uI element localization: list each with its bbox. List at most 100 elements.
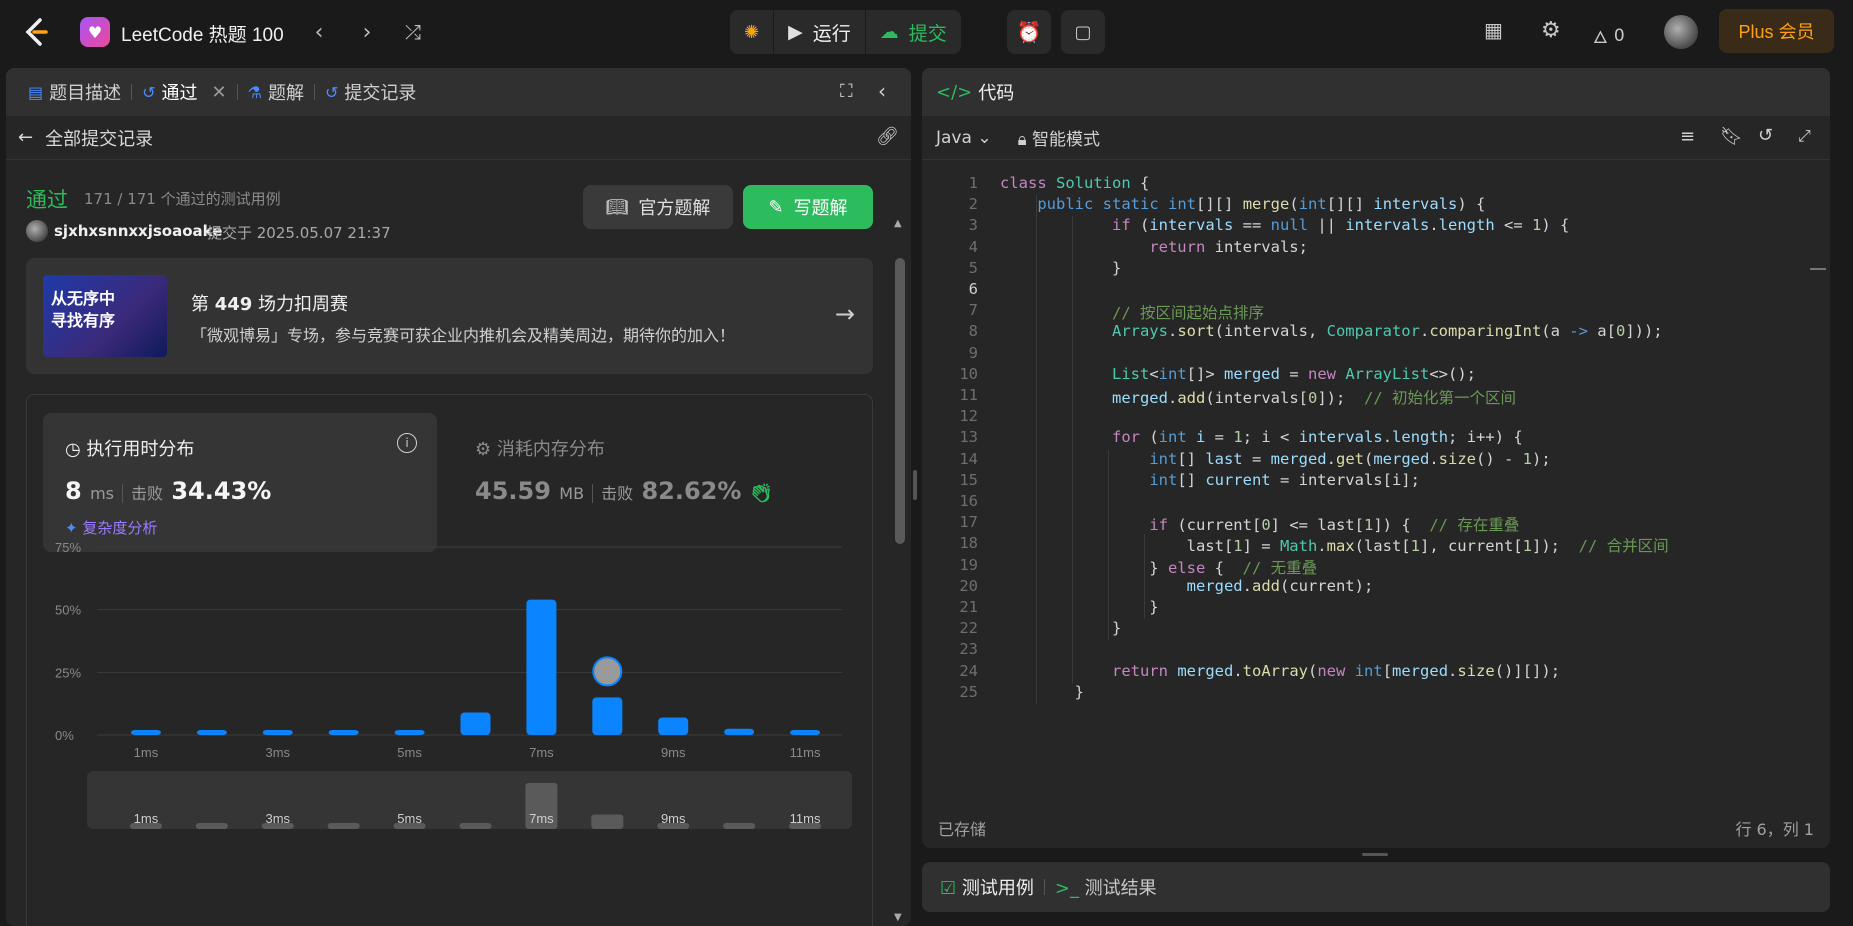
- editor-scroll-marker: [1810, 268, 1826, 270]
- smart-mode-toggle[interactable]: 🔒︎ 智能模式: [1018, 125, 1100, 150]
- link-icon[interactable]: 🔗︎: [876, 126, 899, 147]
- close-tab-icon[interactable]: ✕: [212, 82, 227, 103]
- reset-icon[interactable]: ↺: [1758, 125, 1773, 146]
- code-line[interactable]: last[1] = Math.max(last[1], current[1]);…: [1000, 534, 1669, 556]
- bookmark-icon[interactable]: 🔖︎: [1720, 126, 1743, 147]
- alarm-clock-icon: ⏰: [1016, 20, 1042, 44]
- flame-icon: 🜂: [1593, 28, 1608, 48]
- code-line[interactable]: int[] current = intervals[i];: [1000, 471, 1420, 489]
- code-line[interactable]: int[] last = merged.get(merged.size() - …: [1000, 450, 1550, 468]
- info-icon[interactable]: i: [397, 433, 417, 453]
- code-line[interactable]: Arrays.sort(intervals, Comparator.compar…: [1000, 322, 1663, 340]
- contest-banner[interactable]: 从无序中 寻找有序 第 449 场力扣周赛 「微观博易」专场，参与竞赛可获企业内…: [26, 258, 873, 374]
- bottom-tab-bar: ☑ 测试用例 >_ 测试结果: [922, 862, 1830, 912]
- runtime-distribution-chart[interactable]: 75% 50% 25% 0% 1ms 3ms 5ms 7ms 9ms 11ms 1ms 3ms 5ms 7…: [27, 525, 875, 926]
- x-tick-label: 5ms: [397, 745, 422, 760]
- line-number: 16: [959, 492, 978, 510]
- tab-testcase[interactable]: ☑ 测试用例: [940, 874, 1034, 900]
- code-panel: </> 代码 Java ⌄ 🔒︎ 智能模式 ≡ 🔖︎ ↺ ⤢ 1 class So…: [922, 68, 1830, 848]
- code-line[interactable]: // 按区间起始点排序: [1000, 301, 1264, 323]
- tab-submissions[interactable]: ↺ 提交记录: [319, 79, 422, 105]
- line-number: 5: [968, 258, 978, 277]
- line-number: 24: [959, 661, 978, 680]
- timer-button[interactable]: ⏰: [1007, 10, 1051, 54]
- submitter-name[interactable]: sjxhxsnnxxjsoaoake: [54, 222, 222, 240]
- memory-tab[interactable]: ⚙ 消耗内存分布: [475, 435, 605, 461]
- notes-button[interactable]: ▢: [1061, 10, 1105, 54]
- code-line[interactable]: }: [1000, 619, 1121, 637]
- layout-button[interactable]: ▦: [1484, 18, 1503, 42]
- expand-icon[interactable]: ⤢: [1798, 126, 1811, 146]
- code-line[interactable]: merged.add(current);: [1000, 577, 1374, 595]
- history-icon: ↺: [324, 82, 339, 102]
- code-line[interactable]: if (current[0] <= last[1]) { // 存在重叠: [1000, 513, 1519, 535]
- code-editor[interactable]: 1 class Solution {2 public static int[][]…: [922, 168, 1812, 798]
- write-solution-button[interactable]: ✎ 写题解: [743, 185, 873, 229]
- chip-icon: ⚙: [475, 439, 497, 460]
- tab-test-result[interactable]: >_ 测试结果: [1055, 874, 1157, 900]
- x-tick-label: 1ms: [134, 745, 159, 760]
- code-line[interactable]: return merged.toArray(new int[merged.siz…: [1000, 662, 1560, 680]
- y-tick-label: 75%: [55, 540, 81, 555]
- line-number: 22: [959, 619, 978, 638]
- line-number: 19: [959, 555, 978, 574]
- contest-banner-image: 从无序中 寻找有序: [43, 275, 167, 357]
- submit-button[interactable]: ☁ 提交: [866, 10, 961, 54]
- line-number: 18: [959, 534, 978, 553]
- plus-membership-button[interactable]: Plus 会员: [1719, 9, 1834, 53]
- problem-list-title[interactable]: LeetCode 热题 100: [121, 20, 284, 47]
- note-icon: ▢: [1074, 21, 1092, 43]
- vertical-resize-handle[interactable]: [1362, 853, 1388, 856]
- gear-icon: ⚙: [1541, 18, 1561, 43]
- runtime-value: 8 ms 击败 34.43%: [65, 477, 272, 505]
- official-solution-button[interactable]: 📖︎ 官方题解: [583, 185, 733, 229]
- document-icon: ▤: [28, 82, 44, 102]
- user-avatar[interactable]: [1664, 15, 1698, 49]
- collapse-icon[interactable]: ‹: [878, 79, 886, 103]
- line-number: 20: [959, 576, 978, 595]
- line-number: 4: [968, 237, 978, 256]
- prev-problem-button[interactable]: ‹: [305, 18, 333, 46]
- testcase-count: 171 / 171 个通过的测试用例: [84, 190, 281, 208]
- tab-description[interactable]: ▤ 题目描述: [22, 79, 127, 105]
- language-select[interactable]: Java ⌄: [936, 128, 992, 148]
- code-line[interactable]: }: [1000, 598, 1158, 616]
- all-submissions-link[interactable]: 全部提交记录: [45, 125, 153, 151]
- code-line[interactable]: merged.add(intervals[0]); // 初始化第一个区间: [1000, 386, 1516, 408]
- line-number: 7: [968, 301, 978, 320]
- code-line[interactable]: List<int[]> merged = new ArrayList<>();: [1000, 365, 1476, 383]
- line-number: 17: [959, 513, 978, 532]
- settings-button[interactable]: ⚙: [1541, 18, 1561, 43]
- line-number: 14: [959, 449, 978, 468]
- streak-counter[interactable]: 🜂 0: [1593, 18, 1625, 53]
- top-navbar: ♥ LeetCode 热题 100 ‹ › ⤮ ✺ ▶ 运行 ☁ 提交 ⏰ ▢ ▦ …: [0, 0, 1853, 64]
- shuffle-problem-button[interactable]: ⤮: [399, 18, 427, 46]
- left-scrollbar[interactable]: ▲ ▼: [894, 218, 906, 924]
- code-line[interactable]: for (int i = 1; i < intervals.length; i+…: [1000, 428, 1523, 446]
- code-line[interactable]: }: [1000, 259, 1121, 277]
- performance-card: ◷ 执行用时分布 i 8 ms 击败 34.43% ✦ 复杂度分析 ⚙ 消耗内存分…: [26, 394, 873, 926]
- leetcode-logo-icon[interactable]: [18, 14, 54, 50]
- problem-list-icon[interactable]: ♥: [80, 17, 110, 47]
- chart-bar: [790, 729, 821, 735]
- arrow-right-icon[interactable]: →: [835, 300, 855, 328]
- next-problem-button[interactable]: ›: [353, 18, 381, 46]
- line-number: 23: [959, 640, 978, 659]
- code-line[interactable]: if (intervals == null || intervals.lengt…: [1000, 216, 1569, 234]
- code-line[interactable]: public static int[][] merge(int[][] inte…: [1000, 195, 1485, 213]
- back-arrow-icon[interactable]: ←: [18, 127, 33, 148]
- line-number: 6: [968, 280, 978, 298]
- code-line[interactable]: }: [1000, 683, 1084, 701]
- panel-resize-handle[interactable]: [913, 470, 917, 500]
- debug-button[interactable]: ✺: [730, 10, 773, 54]
- tab-solutions[interactable]: ⚗ 题解: [242, 79, 310, 105]
- tab-accepted[interactable]: ↺ 通过 ✕: [136, 79, 233, 105]
- chart-bar: [592, 697, 623, 735]
- code-line[interactable]: class Solution {: [1000, 174, 1149, 192]
- run-button[interactable]: ▶ 运行: [774, 10, 865, 54]
- submitter-avatar[interactable]: [26, 220, 48, 242]
- code-line[interactable]: return intervals;: [1000, 238, 1308, 256]
- code-line[interactable]: } else { // 无重叠: [1000, 556, 1317, 578]
- maximize-icon[interactable]: ⛶: [840, 81, 853, 102]
- format-icon[interactable]: ≡: [1680, 126, 1695, 147]
